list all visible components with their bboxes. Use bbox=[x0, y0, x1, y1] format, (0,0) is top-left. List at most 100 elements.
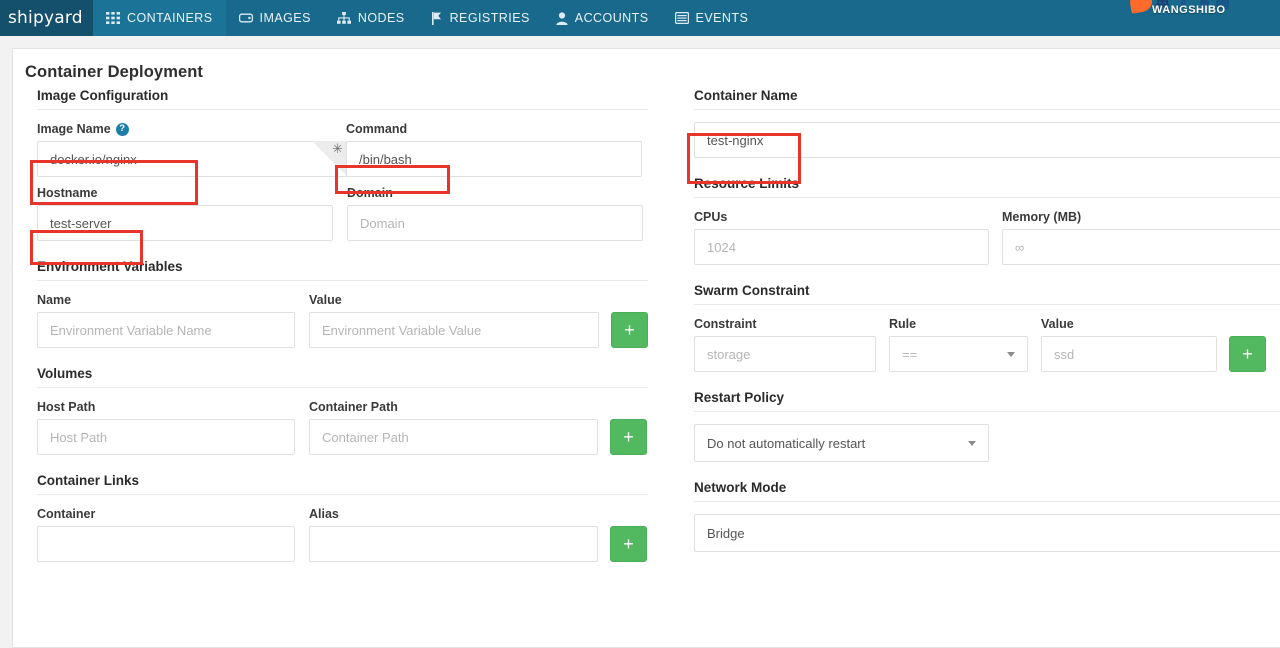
nav-item-registries[interactable]: REGISTRIES bbox=[418, 0, 543, 36]
restart-policy-value: Do not automatically restart bbox=[707, 436, 865, 451]
environment-variables-row: Name Value + bbox=[37, 293, 648, 348]
host-path-input[interactable] bbox=[37, 419, 295, 455]
image-name-label-text: Image Name bbox=[37, 122, 111, 136]
hostname-domain-row: Hostname Domain bbox=[37, 186, 648, 241]
cpus-field-group: CPUs bbox=[694, 210, 989, 265]
domain-input[interactable] bbox=[347, 205, 643, 241]
cpus-input[interactable] bbox=[694, 229, 989, 265]
add-swarm-constraint-button[interactable]: + bbox=[1229, 336, 1266, 372]
constraint-input[interactable] bbox=[694, 336, 876, 372]
constraint-label: Constraint bbox=[694, 317, 876, 331]
plus-icon: + bbox=[1242, 345, 1253, 363]
nav-item-accounts[interactable]: ACCOUNTS bbox=[543, 0, 662, 36]
section-swarm-constraint-title: Swarm Constraint bbox=[694, 283, 1280, 304]
env-value-field-group: Value bbox=[309, 293, 599, 348]
grid-icon bbox=[106, 12, 120, 24]
memory-field-group: Memory (MB) bbox=[1002, 210, 1280, 265]
env-name-label: Name bbox=[37, 293, 295, 307]
hostname-input[interactable] bbox=[37, 205, 333, 241]
right-column: Container Name Resource Limits CPUs Memo… bbox=[658, 88, 1280, 628]
link-container-label: Container bbox=[37, 507, 295, 521]
chevron-down-icon bbox=[968, 441, 976, 446]
image-name-label: Image Name ? bbox=[37, 122, 347, 136]
nav-item-label: CONTAINERS bbox=[127, 11, 213, 25]
plus-icon: + bbox=[623, 535, 634, 553]
rule-field-group: Rule == bbox=[889, 317, 1028, 372]
image-name-input[interactable] bbox=[37, 141, 347, 177]
hdd-icon bbox=[239, 12, 253, 24]
question-circle-icon[interactable]: ? bbox=[116, 123, 129, 136]
hostname-label: Hostname bbox=[37, 186, 333, 200]
restart-policy-select[interactable]: Do not automatically restart bbox=[694, 424, 989, 462]
plus-icon: + bbox=[624, 321, 635, 339]
nav-item-containers[interactable]: CONTAINERS bbox=[93, 0, 226, 36]
rule-select-value: == bbox=[902, 347, 917, 362]
form-columns: Image Configuration Image Name ? Command bbox=[13, 88, 1280, 628]
container-name-input[interactable] bbox=[694, 122, 1280, 158]
resource-limits-row: CPUs Memory (MB) bbox=[694, 210, 1280, 265]
constraint-value-label: Value bbox=[1041, 317, 1217, 331]
link-alias-input[interactable] bbox=[309, 526, 598, 562]
env-value-label: Value bbox=[309, 293, 599, 307]
host-path-label: Host Path bbox=[37, 400, 295, 414]
domain-label: Domain bbox=[347, 186, 643, 200]
image-command-row: Image Name ? Command ✳ bbox=[37, 122, 648, 177]
env-name-input[interactable] bbox=[37, 312, 295, 348]
chevron-down-icon bbox=[1007, 352, 1015, 357]
section-restart-policy-title: Restart Policy bbox=[694, 390, 1280, 411]
section-divider bbox=[694, 304, 1280, 305]
nav-item-events[interactable]: EVENTS bbox=[662, 0, 762, 36]
nav-item-images[interactable]: IMAGES bbox=[226, 0, 324, 36]
section-divider bbox=[37, 387, 648, 388]
page-wrapper: Container Deployment Image Configuration… bbox=[0, 36, 1280, 643]
memory-input[interactable] bbox=[1002, 229, 1280, 265]
command-input[interactable] bbox=[346, 141, 642, 177]
link-container-input[interactable] bbox=[37, 526, 295, 562]
constraint-value-input[interactable] bbox=[1041, 336, 1217, 372]
sitemap-icon bbox=[337, 12, 351, 24]
constraint-field-group: Constraint bbox=[694, 317, 876, 372]
link-container-field-group: Container bbox=[37, 507, 295, 562]
nav-item-label: REGISTRIES bbox=[450, 11, 530, 25]
add-environment-variable-button[interactable]: + bbox=[611, 312, 648, 348]
section-divider bbox=[694, 109, 1280, 110]
section-network-mode-title: Network Mode bbox=[694, 480, 1280, 501]
section-image-configuration-title: Image Configuration bbox=[37, 88, 648, 109]
section-divider bbox=[37, 494, 648, 495]
domain-field-group: Domain bbox=[347, 186, 643, 241]
image-name-field-group: Image Name ? bbox=[37, 122, 347, 177]
add-container-link-button[interactable]: + bbox=[610, 526, 647, 562]
left-column: Image Configuration Image Name ? Command bbox=[13, 88, 658, 628]
command-label: Command bbox=[346, 122, 642, 136]
cpus-label: CPUs bbox=[694, 210, 989, 224]
section-container-links-title: Container Links bbox=[37, 473, 648, 494]
nav-item-label: NODES bbox=[358, 11, 405, 25]
deployment-card: Container Deployment Image Configuration… bbox=[12, 48, 1280, 648]
section-divider bbox=[694, 197, 1280, 198]
nav-item-label: EVENTS bbox=[696, 11, 749, 25]
link-alias-label: Alias bbox=[309, 507, 598, 521]
network-mode-select[interactable]: Bridge bbox=[694, 514, 1280, 552]
section-environment-variables-title: Environment Variables bbox=[37, 259, 648, 280]
section-divider bbox=[694, 411, 1280, 412]
add-volume-button[interactable]: + bbox=[610, 419, 647, 455]
rule-select[interactable]: == bbox=[889, 336, 1028, 372]
section-divider bbox=[694, 501, 1280, 502]
nav-item-nodes[interactable]: NODES bbox=[324, 0, 418, 36]
env-name-field-group: Name bbox=[37, 293, 295, 348]
env-value-input[interactable] bbox=[309, 312, 599, 348]
plus-icon: + bbox=[623, 428, 634, 446]
command-field-group: Command ✳ bbox=[346, 122, 642, 177]
brand-logo[interactable]: shipyard bbox=[0, 0, 93, 36]
section-container-name-title: Container Name bbox=[694, 88, 1280, 109]
flag-icon bbox=[431, 12, 443, 25]
container-path-input[interactable] bbox=[309, 419, 598, 455]
volumes-row: Host Path Container Path + bbox=[37, 400, 648, 455]
user-icon bbox=[556, 12, 568, 25]
section-divider bbox=[37, 109, 648, 110]
memory-label: Memory (MB) bbox=[1002, 210, 1280, 224]
nav-item-label: ACCOUNTS bbox=[575, 11, 649, 25]
link-alias-field-group: Alias bbox=[309, 507, 598, 562]
nav-item-label: IMAGES bbox=[260, 11, 311, 25]
hostname-field-group: Hostname bbox=[37, 186, 333, 241]
